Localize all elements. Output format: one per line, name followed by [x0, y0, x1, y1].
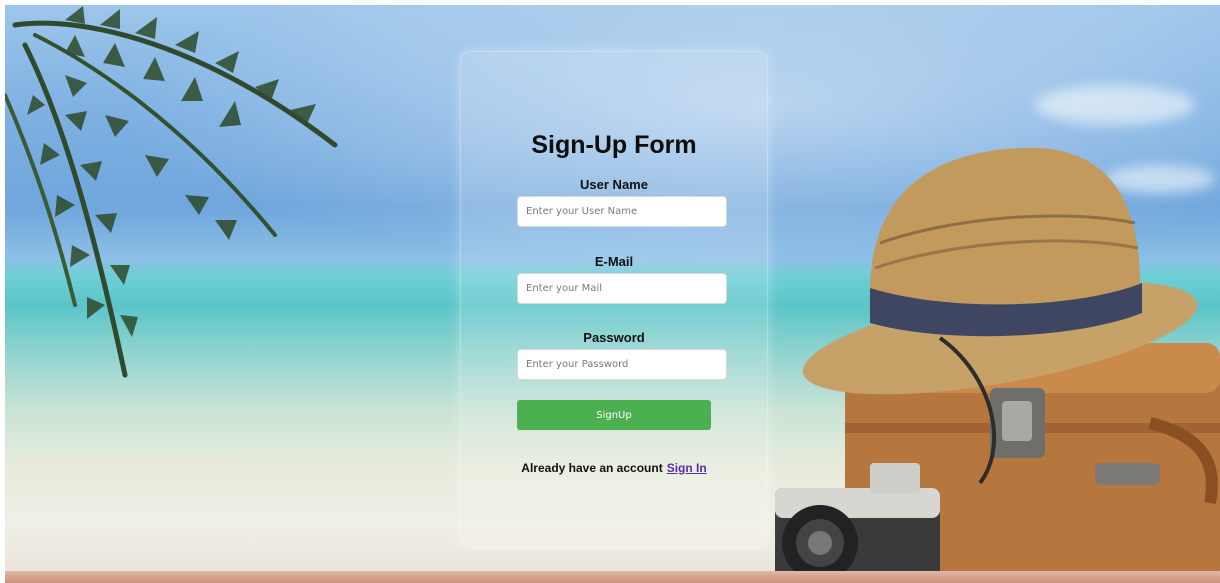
password-label: Password	[583, 330, 645, 345]
email-input[interactable]	[517, 273, 727, 304]
form-title: Sign-Up Form	[531, 131, 697, 159]
signup-card: Sign-Up Form User Name E-Mail Password S…	[460, 51, 768, 548]
username-input[interactable]	[517, 196, 727, 227]
palm-leaf-image	[5, 6, 338, 378]
travel-hat-suitcase-camera-image	[775, 147, 1220, 583]
username-label: User Name	[580, 177, 648, 192]
cloud	[1035, 85, 1195, 125]
account-prompt-text: Already have an account	[521, 461, 663, 475]
tabletop	[5, 571, 1220, 583]
signup-button[interactable]: SignUp	[517, 400, 711, 430]
password-input[interactable]	[517, 349, 727, 380]
signin-link[interactable]: Sign In	[667, 461, 707, 475]
email-label: E-Mail	[594, 254, 634, 269]
signin-prompt: Already have an account Sign In	[461, 461, 767, 475]
